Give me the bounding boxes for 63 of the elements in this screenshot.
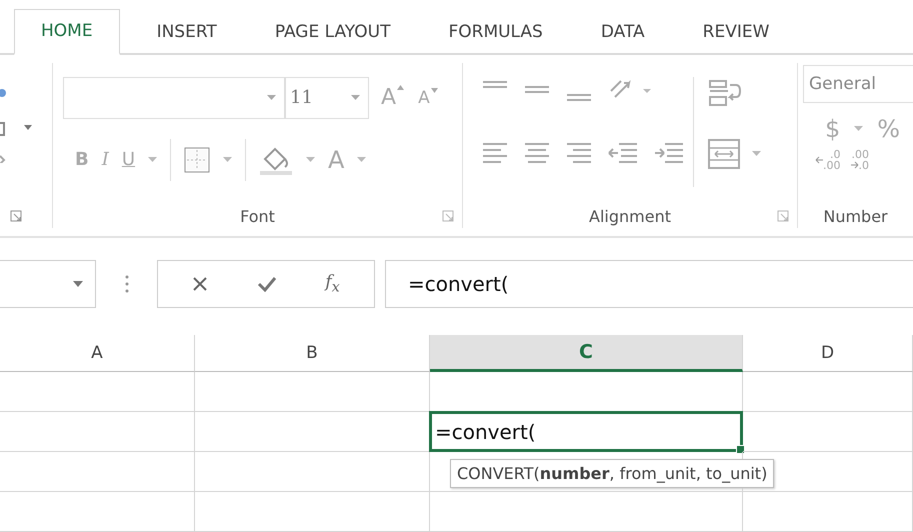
cancel-icon[interactable] [192, 276, 208, 292]
cell[interactable] [195, 452, 430, 492]
cell[interactable] [0, 412, 195, 452]
active-cell[interactable]: =convert( [429, 411, 743, 452]
ribbon-tab[interactable]: REVIEW [682, 8, 790, 55]
caret-icon[interactable] [148, 157, 158, 162]
number-format-dropdown[interactable]: General [803, 64, 913, 103]
caret-icon[interactable] [854, 126, 864, 132]
ribbon-tab[interactable]: FORMULAS [427, 8, 564, 55]
dialog-launcher-icon[interactable] [777, 210, 789, 222]
caret-icon[interactable] [306, 157, 316, 162]
insert-function-button[interactable]: f$_{x}$ [325, 272, 340, 296]
ribbon-tab[interactable]: HOME [14, 8, 120, 55]
ribbon-tab[interactable]: PAGE LAYOUT [254, 8, 412, 55]
currency-button[interactable]: $ [825, 114, 840, 143]
merge-center-icon[interactable] [708, 138, 740, 169]
group-label: Number [823, 207, 888, 226]
function-tooltip: CONVERT(number, from_unit, to_unit) [450, 459, 774, 488]
cell[interactable] [430, 492, 743, 532]
borders-icon[interactable] [184, 146, 210, 173]
wrap-text-icon[interactable] [708, 78, 742, 109]
bold-button[interactable]: B [75, 149, 89, 170]
cell[interactable] [743, 412, 913, 452]
caret-icon[interactable] [752, 151, 761, 156]
column-header[interactable]: D [743, 335, 913, 372]
caret-icon [267, 95, 276, 100]
caret-icon [430, 88, 438, 93]
cell[interactable] [195, 492, 430, 532]
caret-icon[interactable] [357, 157, 366, 162]
ribbon-tab[interactable]: DATA [580, 8, 666, 55]
group-label: Font [240, 207, 275, 226]
underline-button[interactable]: U [122, 149, 136, 170]
checkmark-icon[interactable] [256, 276, 277, 292]
arrow-left-icon [815, 156, 823, 164]
caret-icon[interactable] [223, 157, 232, 162]
font-color-button[interactable]: A [328, 146, 344, 174]
triangle-up-icon [397, 85, 404, 90]
column-header[interactable]: A [0, 335, 195, 372]
caret-icon [351, 95, 360, 100]
ribbon-tab[interactable]: INSERT [136, 8, 238, 55]
percent-button[interactable]: % [877, 114, 900, 143]
group-label: Alignment [589, 207, 671, 226]
increase-decimal-button[interactable]: .0 .00 [815, 148, 840, 171]
cell[interactable] [0, 452, 195, 492]
font-size-dropdown[interactable]: 11 [285, 76, 369, 119]
formula-input[interactable]: =convert( [385, 260, 913, 308]
cell[interactable] [743, 492, 913, 532]
arrow-right-icon [850, 161, 858, 170]
decrease-decimal-button[interactable]: .00 .0 [850, 148, 869, 171]
dialog-launcher-icon[interactable] [10, 210, 22, 222]
italic-button[interactable]: I [102, 149, 109, 170]
column-header[interactable]: C [430, 335, 743, 372]
name-box[interactable] [0, 260, 96, 308]
increase-font-size-button[interactable]: A [381, 85, 404, 110]
font-name-dropdown[interactable] [63, 76, 285, 119]
dialog-launcher-icon[interactable] [442, 210, 454, 222]
cell[interactable] [0, 492, 195, 532]
cell[interactable] [743, 372, 913, 412]
cell[interactable] [195, 372, 430, 412]
cell[interactable] [0, 372, 195, 412]
decrease-font-size-button[interactable]: A [418, 88, 438, 108]
more-options-icon[interactable] [125, 275, 129, 293]
caret-icon [73, 281, 83, 287]
